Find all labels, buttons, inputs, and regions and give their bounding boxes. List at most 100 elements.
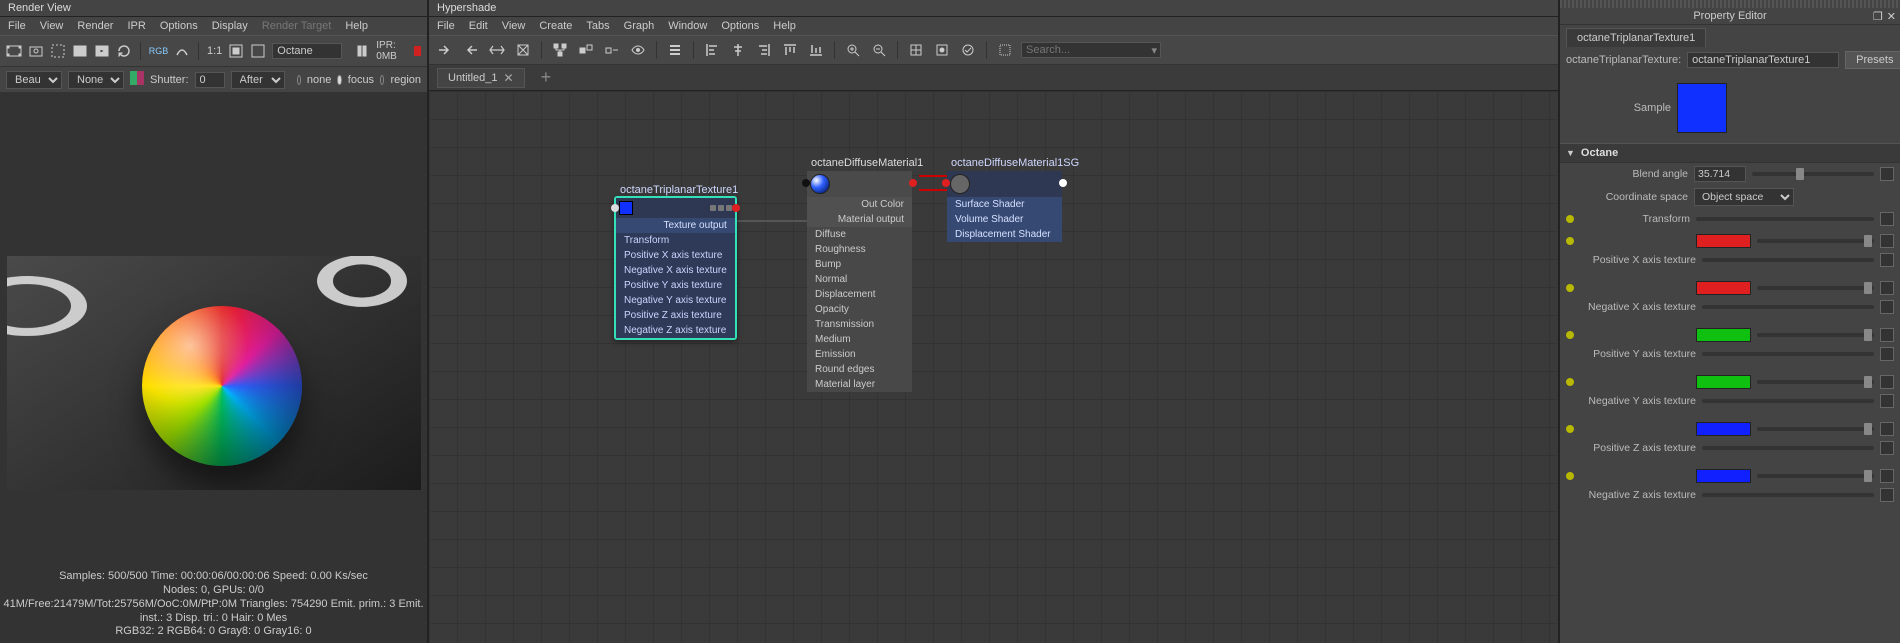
menu-options[interactable]: Options (160, 20, 198, 32)
node-shading-group[interactable]: octaneDiffuseMaterial1SG Surface Shader … (947, 171, 1062, 242)
hs-menu-view[interactable]: View (502, 20, 526, 32)
close-icon[interactable]: ✕ (1887, 10, 1896, 23)
snapshot-icon[interactable] (28, 41, 44, 61)
axis-slider[interactable] (1757, 474, 1874, 478)
menu-view[interactable]: View (40, 20, 64, 32)
original-icon[interactable] (250, 41, 266, 61)
clear-graph-icon[interactable] (513, 40, 533, 60)
search-input[interactable] (1021, 42, 1161, 58)
hs-menu-options[interactable]: Options (721, 20, 759, 32)
axis-slider[interactable] (1757, 239, 1874, 243)
map-toggle[interactable] (1880, 422, 1894, 436)
close-tab-icon[interactable]: ✕ (504, 71, 514, 85)
map-toggle[interactable] (1880, 469, 1894, 483)
axis-slider[interactable] (1757, 286, 1874, 290)
zoom-in-icon[interactable] (843, 40, 863, 60)
ratio-label[interactable]: 1:1 (207, 45, 222, 57)
menu-file[interactable]: File (8, 20, 26, 32)
rgb-icon[interactable]: RGB (149, 41, 169, 61)
axis-color-swatch[interactable] (1696, 281, 1751, 295)
axis-color-swatch[interactable] (1696, 234, 1751, 248)
add-selected-icon[interactable] (576, 40, 596, 60)
ipr-refresh-icon[interactable] (116, 41, 132, 61)
menu-render-target[interactable]: Render Target (262, 20, 332, 32)
render-region-icon[interactable] (50, 41, 66, 61)
axis-value-slider[interactable] (1702, 399, 1874, 403)
map-toggle[interactable] (1880, 212, 1894, 226)
select-icon[interactable] (995, 40, 1015, 60)
graph-input-icon[interactable] (435, 40, 455, 60)
radio-none[interactable] (297, 75, 301, 85)
axis-value-slider[interactable] (1702, 493, 1874, 497)
map-button-blend[interactable] (1566, 166, 1582, 182)
remove-selected-icon[interactable] (602, 40, 622, 60)
key-indicator[interactable] (1566, 378, 1574, 386)
menu-help[interactable]: Help (345, 20, 368, 32)
restore-icon[interactable]: ❐ (1873, 10, 1883, 23)
graph-both-icon[interactable] (487, 40, 507, 60)
blend-angle-field[interactable] (1694, 166, 1746, 182)
shutter-field[interactable] (195, 72, 225, 88)
pause-icon[interactable] (354, 41, 370, 61)
map-toggle[interactable] (1880, 488, 1894, 502)
map-button-coord[interactable] (1566, 189, 1582, 205)
radio-region[interactable] (380, 75, 384, 85)
blend-angle-slider[interactable] (1752, 172, 1874, 176)
align-top-icon[interactable] (780, 40, 800, 60)
key-indicator[interactable] (1566, 472, 1574, 480)
hs-menu-graph[interactable]: Graph (624, 20, 655, 32)
menu-ipr[interactable]: IPR (127, 20, 145, 32)
hs-menu-window[interactable]: Window (668, 20, 707, 32)
node-name-field[interactable] (1687, 52, 1839, 68)
map-toggle[interactable] (1880, 347, 1894, 361)
pe-tab[interactable]: octaneTriplanarTexture1 (1566, 28, 1706, 47)
map-toggle[interactable] (1880, 441, 1894, 455)
hs-menu-file[interactable]: File (437, 20, 455, 32)
transform-slider[interactable] (1696, 217, 1874, 221)
section-octane[interactable]: ▼Octane (1560, 143, 1900, 163)
axis-value-slider[interactable] (1702, 305, 1874, 309)
axis-color-swatch[interactable] (1696, 328, 1751, 342)
hs-menu-edit[interactable]: Edit (469, 20, 488, 32)
map-toggle[interactable] (1880, 234, 1894, 248)
chevron-down-icon[interactable]: ▾ (1151, 44, 1157, 57)
map-toggle[interactable] (1880, 300, 1894, 314)
render-viewport[interactable]: Samples: 500/500 Time: 00:00:06/00:00:06… (0, 93, 427, 643)
align-bottom-icon[interactable] (806, 40, 826, 60)
radio-focus[interactable] (337, 75, 341, 85)
layer-dropdown[interactable]: Beauty (6, 71, 62, 89)
map-toggle[interactable] (1880, 375, 1894, 389)
color-mgmt-icon[interactable] (130, 71, 144, 88)
renderer-field[interactable] (272, 43, 342, 59)
axis-value-slider[interactable] (1702, 352, 1874, 356)
show-hide-icon[interactable] (628, 40, 648, 60)
axis-value-slider[interactable] (1702, 446, 1874, 450)
map-toggle[interactable] (1880, 167, 1894, 181)
axis-value-slider[interactable] (1702, 258, 1874, 262)
hs-menu-create[interactable]: Create (539, 20, 572, 32)
film-icon[interactable] (6, 41, 22, 61)
list-icon[interactable] (665, 40, 685, 60)
axis-color-swatch[interactable] (1696, 422, 1751, 436)
axis-color-swatch[interactable] (1696, 469, 1751, 483)
sample-swatch[interactable] (1677, 83, 1727, 133)
align-right-icon[interactable] (754, 40, 774, 60)
coord-space-dropdown[interactable]: Object space (1694, 188, 1794, 206)
key-indicator[interactable] (1566, 331, 1574, 339)
snap-icon[interactable] (932, 40, 952, 60)
rearrange-icon[interactable] (550, 40, 570, 60)
align-center-icon[interactable] (728, 40, 748, 60)
add-tab-icon[interactable]: + (535, 67, 558, 88)
key-indicator[interactable] (1566, 215, 1574, 223)
map-toggle[interactable] (1880, 394, 1894, 408)
axis-color-swatch[interactable] (1696, 375, 1751, 389)
zoom-out-icon[interactable] (869, 40, 889, 60)
time-mode-dropdown[interactable]: After (231, 71, 285, 89)
panel-grip[interactable] (1560, 0, 1900, 8)
menu-render[interactable]: Render (77, 20, 113, 32)
map-toggle[interactable] (1880, 328, 1894, 342)
menu-display[interactable]: Display (212, 20, 248, 32)
node-triplanar[interactable]: octaneTriplanarTexture1 Texture output T… (614, 196, 737, 340)
axis-slider[interactable] (1757, 333, 1874, 337)
key-indicator[interactable] (1566, 425, 1574, 433)
